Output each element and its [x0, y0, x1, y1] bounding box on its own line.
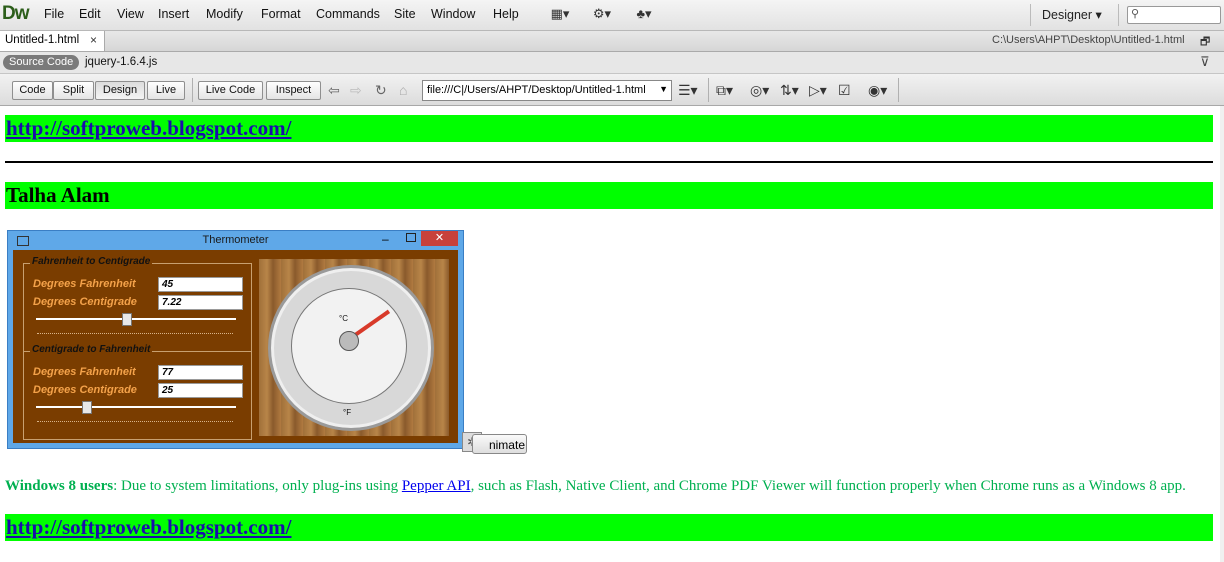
menu-help[interactable]: Help — [493, 7, 519, 21]
live-view-button[interactable]: Live — [147, 81, 185, 100]
site-icon[interactable]: ♣▾ — [630, 6, 658, 24]
source-code-button[interactable]: Source Code — [3, 55, 80, 70]
preview-browser-icon[interactable]: ◎▾ — [750, 82, 769, 99]
horizontal-rule — [5, 161, 1213, 163]
celsius-label: °C — [339, 314, 348, 323]
menu-edit[interactable]: Edit — [79, 7, 101, 21]
tab-untitled-1[interactable]: Untitled-1.html × — [0, 31, 105, 51]
bottom-blog-link[interactable]: http://softproweb.blogspot.com/ — [6, 515, 291, 540]
restore-icon[interactable]: 🗗 — [1200, 33, 1210, 52]
extend-icon[interactable]: ⚙▾ — [588, 6, 616, 24]
close-icon[interactable]: × — [90, 33, 97, 47]
centigrade-to-fahrenheit-group: Centigrade to Fahrenheit Degrees Fahrenh… — [23, 344, 252, 440]
minimize-icon[interactable]: – — [382, 232, 389, 246]
menu-site[interactable]: Site — [394, 7, 416, 21]
related-files-bar: Source Code jquery-1.6.4.js ⊽ — [0, 52, 1224, 74]
fahrenheit-field[interactable]: 45 — [158, 277, 243, 292]
workspace-switcher[interactable]: Designer ▾ — [1042, 7, 1102, 22]
slider-ticks — [37, 421, 233, 424]
back-arrow-icon[interactable]: ⇦ — [328, 82, 340, 99]
dial-hub — [339, 331, 359, 351]
forward-arrow-icon[interactable]: ⇨ — [350, 82, 362, 99]
group-legend: Fahrenheit to Centigrade — [30, 256, 153, 267]
scrollbar[interactable] — [1220, 106, 1224, 562]
layout-icon[interactable]: ▦▾ — [546, 6, 574, 24]
windows8-note: Windows 8 users: Due to system limitatio… — [5, 478, 1186, 495]
file-management-icon[interactable]: ⇅▾ — [780, 82, 799, 99]
thermometer-photo: °C °F — [259, 259, 449, 436]
help-search-input[interactable]: ⚲ — [1127, 6, 1221, 24]
divider — [1030, 4, 1031, 26]
maximize-icon[interactable] — [406, 233, 416, 242]
note-bold: Windows 8 users — [5, 478, 114, 494]
design-view-button[interactable]: Design — [95, 81, 145, 100]
divider — [192, 78, 193, 102]
multiscreen-icon[interactable]: ⧉▾ — [716, 82, 733, 99]
centigrade-label: Degrees Centigrade — [33, 384, 137, 396]
animate-button[interactable]: nimate — [472, 434, 527, 454]
menu-commands[interactable]: Commands — [316, 7, 380, 21]
chevron-down-icon: ▾ — [1095, 8, 1102, 22]
close-icon[interactable]: ✕ — [421, 231, 458, 246]
group-legend: Centigrade to Fahrenheit — [30, 344, 153, 355]
filter-icon[interactable]: ⊽ — [1200, 54, 1210, 70]
fahrenheit-label: Degrees Fahrenheit — [33, 278, 136, 290]
bottom-link-bar: http://softproweb.blogspot.com/ — [5, 514, 1213, 541]
menu-file[interactable]: File — [44, 7, 64, 21]
divider — [708, 78, 709, 102]
workspace-label: Designer — [1042, 8, 1093, 22]
dial-gauge: °C °F — [268, 265, 434, 431]
view-options-icon[interactable]: ☰▾ — [678, 82, 698, 99]
slider-ticks — [37, 333, 233, 336]
window-title: Thermometer — [202, 234, 269, 246]
top-link-bar: http://softproweb.blogspot.com/ — [5, 115, 1213, 142]
centigrade-label: Degrees Centigrade — [33, 296, 137, 308]
menu-view[interactable]: View — [117, 7, 144, 21]
menu-format[interactable]: Format — [261, 7, 301, 21]
heading-bar: Talha Alam — [5, 182, 1213, 209]
live-code-button[interactable]: Live Code — [198, 81, 263, 100]
note-text-before: : Due to system limitations, only plug-i… — [113, 478, 402, 494]
centigrade-slider[interactable] — [82, 401, 92, 414]
chevron-down-icon[interactable]: ▼ — [659, 84, 668, 94]
fahrenheit-dial-label: °F — [343, 408, 352, 417]
code-view-button[interactable]: Code — [12, 81, 53, 100]
divider — [1118, 4, 1119, 26]
related-file-jquery[interactable]: jquery-1.6.4.js — [85, 56, 157, 68]
inspect-button[interactable]: Inspect — [266, 81, 321, 100]
pepper-api-link[interactable]: Pepper API — [402, 478, 471, 494]
thermometer-window[interactable]: Thermometer – ✕ Fahrenheit to Centigrade… — [7, 230, 464, 449]
address-bar[interactable]: file:///C|/Users/AHPT/Desktop/Untitled-1… — [422, 80, 672, 101]
w3c-validation-icon[interactable]: ▷▾ — [809, 82, 827, 99]
menu-modify[interactable]: Modify — [206, 7, 243, 21]
document-toolbar: Code Split Design Live Live Code Inspect… — [0, 74, 1224, 106]
tab-title: Untitled-1.html — [5, 34, 80, 46]
centigrade-field[interactable]: 25 — [158, 383, 243, 398]
menu-window[interactable]: Window — [431, 7, 475, 21]
top-blog-link[interactable]: http://softproweb.blogspot.com/ — [6, 116, 291, 141]
menu-bar: Dw File Edit View Insert Modify Format C… — [0, 0, 1224, 31]
fahrenheit-field[interactable]: 77 — [158, 365, 243, 380]
page-heading: Talha Alam — [6, 183, 110, 207]
file-path: C:\Users\AHPT\Desktop\Untitled-1.html — [992, 34, 1185, 46]
dreamweaver-logo: Dw — [2, 3, 29, 24]
visual-aids-icon[interactable]: ◉▾ — [868, 82, 887, 99]
split-view-button[interactable]: Split — [53, 81, 94, 100]
refresh-icon[interactable]: ↻ — [375, 82, 387, 99]
thermometer-body: Fahrenheit to Centigrade Degrees Fahrenh… — [13, 250, 458, 443]
menu-insert[interactable]: Insert — [158, 7, 189, 21]
search-icon: ⚲ — [1131, 8, 1140, 20]
check-browser-icon[interactable]: ☑ — [838, 82, 851, 99]
slider-track — [36, 406, 236, 408]
slider-track — [36, 318, 236, 320]
address-url: file:///C|/Users/AHPT/Desktop/Untitled-1… — [427, 84, 646, 96]
fahrenheit-slider[interactable] — [122, 313, 132, 326]
fahrenheit-to-centigrade-group: Fahrenheit to Centigrade Degrees Fahrenh… — [23, 256, 252, 352]
divider — [898, 78, 899, 102]
document-tab-bar: Untitled-1.html × C:\Users\AHPT\Desktop\… — [0, 31, 1224, 52]
fahrenheit-label: Degrees Fahrenheit — [33, 366, 136, 378]
centigrade-field[interactable]: 7.22 — [158, 295, 243, 310]
note-text-after: , such as Flash, Native Client, and Chro… — [470, 478, 1186, 494]
home-icon[interactable]: ⌂ — [399, 82, 407, 98]
